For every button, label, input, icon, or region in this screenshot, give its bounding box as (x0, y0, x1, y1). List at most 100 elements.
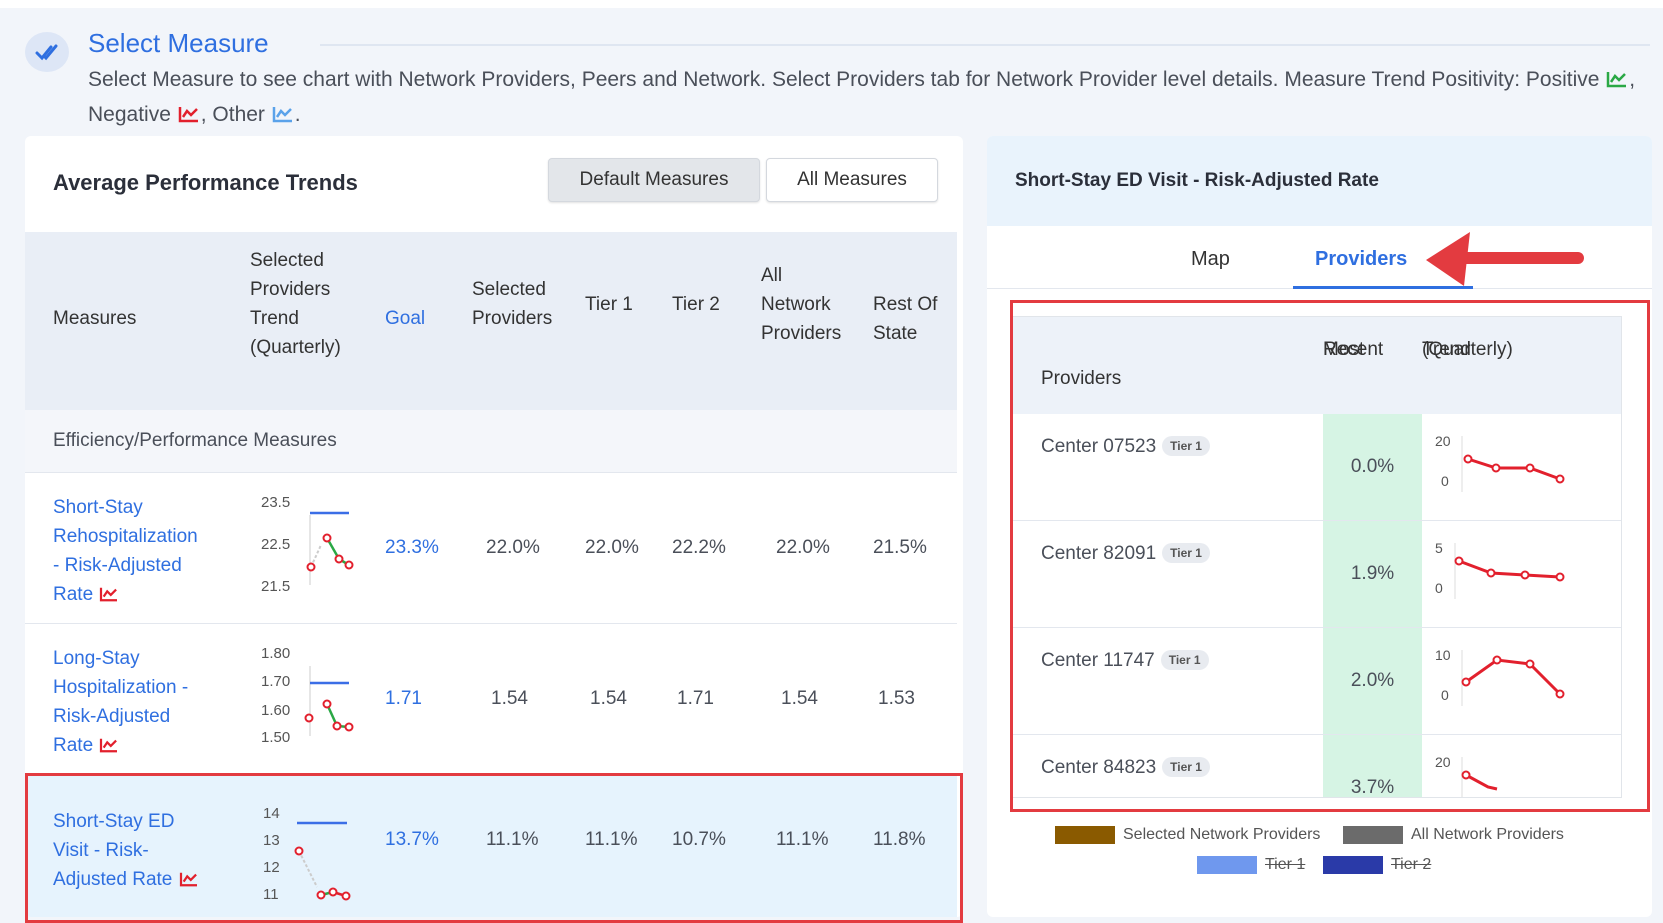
negative-trend-icon (100, 587, 118, 602)
spark-point (332, 721, 342, 731)
measure-name-link[interactable]: Short-Stay Rehospitalization - Risk-Adju… (53, 493, 223, 609)
measure-name-line: Rate (53, 580, 223, 609)
legend-tier2[interactable]: Tier 2 (1323, 856, 1431, 874)
tab-providers[interactable]: Providers (1315, 248, 1407, 271)
card-title: Average Performance Trends (53, 170, 358, 195)
measure-name-last: Rate (53, 735, 94, 756)
spark-point (322, 533, 332, 543)
goal-value: 23.3% (385, 537, 439, 558)
legend-label: All Network Providers (1411, 826, 1564, 843)
measure-name-line: Hospitalization - (53, 677, 189, 698)
section-header: Efficiency/Performance Measures (25, 410, 957, 473)
col-selected: Selected Providers (472, 275, 552, 333)
col-all-network: All Network Providers (761, 261, 841, 348)
spark-point (344, 560, 354, 570)
spark-tick: 1.60 (261, 702, 290, 719)
default-measures-button[interactable]: Default Measures (548, 158, 760, 202)
page-title: Select Measure (88, 28, 269, 58)
title-divider (320, 44, 1650, 46)
providers-table-highlight (1010, 300, 1650, 812)
positive-trend-icon (1607, 72, 1627, 88)
detail-title: Short-Stay ED Visit - Risk-Adjusted Rate (1015, 170, 1379, 191)
measure-name-line: Risk-Adjusted (53, 706, 171, 727)
spark-tick: 23.5 (261, 494, 290, 511)
legend-label: Tier 1 (1265, 856, 1306, 873)
col-all-network-line: Providers (761, 323, 842, 344)
col-trend-line: Selected (250, 250, 324, 271)
col-measures: Measures (53, 308, 137, 329)
measure-name-link[interactable]: Long-Stay Hospitalization - Risk-Adjuste… (53, 644, 223, 760)
measure-name-last: Rate (53, 584, 94, 605)
goal-value: 1.71 (385, 688, 422, 709)
col-selected-line: Selected (472, 279, 546, 300)
spark-point (304, 713, 314, 723)
legend-swatch (1323, 856, 1383, 874)
tier2-value: 1.71 (677, 688, 714, 709)
col-rest-line: State (873, 323, 918, 344)
top-strip (0, 0, 1663, 8)
col-all-network-line: All (761, 265, 783, 286)
spark-point (334, 554, 344, 564)
red-arrow-annotation (1426, 232, 1584, 286)
description-text: Select Measure to see chart with Network… (88, 68, 1600, 91)
col-tier1: Tier 1 (585, 294, 633, 315)
col-trend-line: Trend (250, 308, 299, 329)
spark-tick: 1.50 (261, 729, 290, 746)
section-label: Efficiency/Performance Measures (53, 430, 337, 451)
selected-value: 22.0% (486, 537, 540, 558)
legend-all[interactable]: All Network Providers (1343, 826, 1564, 844)
description-other-label: , Other (200, 103, 265, 126)
spark-point (322, 699, 332, 709)
spark-tick: 22.5 (261, 536, 290, 553)
col-rest-line: Rest Of (873, 294, 938, 315)
tier2-value: 22.2% (672, 537, 726, 558)
trend-sparkline: 1.80 1.70 1.60 1.50 (261, 645, 354, 746)
measure-row[interactable]: Short-Stay Rehospitalization - Risk-Adju… (25, 473, 957, 624)
col-trend: Selected Providers Trend (Quarterly) (250, 246, 341, 362)
col-trend-line: (Quarterly) (250, 337, 341, 358)
negative-trend-icon (178, 107, 198, 123)
legend-label: Selected Network Providers (1123, 826, 1321, 843)
spark-tick: 1.70 (261, 673, 290, 690)
all-network-value: 22.0% (776, 537, 830, 558)
rest-of-state-value: 1.53 (878, 688, 915, 709)
legend-label: Tier 2 (1391, 856, 1432, 873)
col-selected-line: Providers (472, 308, 553, 329)
rest-of-state-value: 21.5% (873, 537, 927, 558)
measure-name-line: Long-Stay (53, 648, 140, 669)
tier1-value: 22.0% (585, 537, 639, 558)
col-goal[interactable]: Goal (385, 304, 425, 333)
spark-point (344, 722, 354, 732)
spark-tick: 21.5 (261, 578, 290, 595)
tier1-value: 1.54 (590, 688, 627, 709)
col-rest-of-state: Rest Of State (873, 290, 937, 348)
measure-name-line: Rehospitalization (53, 526, 198, 547)
measure-row[interactable]: Long-Stay Hospitalization - Risk-Adjuste… (25, 624, 957, 775)
legend-swatch (1343, 826, 1403, 844)
table-header: Measures Selected Providers Trend (Quart… (25, 232, 957, 410)
col-tier2: Tier 2 (672, 294, 720, 315)
measure-name-line: Short-Stay (53, 497, 143, 518)
legend-swatch (1055, 826, 1115, 844)
page-description: Select Measure to see chart with Network… (88, 62, 1648, 132)
negative-trend-icon (100, 738, 118, 753)
legend-selected[interactable]: Selected Network Providers (1055, 826, 1320, 844)
description-end: . (294, 103, 301, 126)
chart-legend: Selected Network Providers All Network P… (987, 826, 1652, 917)
detail-header: Short-Stay ED Visit - Risk-Adjusted Rate (987, 136, 1652, 226)
spark-point (306, 562, 316, 572)
all-measures-button[interactable]: All Measures (766, 158, 938, 202)
trend-sparkline: 23.5 22.5 21.5 (261, 494, 354, 595)
double-check-icon (25, 32, 69, 72)
tab-map[interactable]: Map (1191, 248, 1230, 271)
legend-swatch (1197, 856, 1257, 874)
col-trend-line: Providers (250, 279, 331, 300)
measure-name-line: Rate (53, 731, 223, 760)
legend-tier1[interactable]: Tier 1 (1197, 856, 1305, 874)
other-trend-icon (272, 107, 292, 123)
col-all-network-line: Network (761, 294, 831, 315)
selected-row-highlight (25, 773, 963, 923)
selected-value: 1.54 (491, 688, 528, 709)
measure-name-line: - Risk-Adjusted (53, 555, 182, 576)
all-network-value: 1.54 (781, 688, 818, 709)
